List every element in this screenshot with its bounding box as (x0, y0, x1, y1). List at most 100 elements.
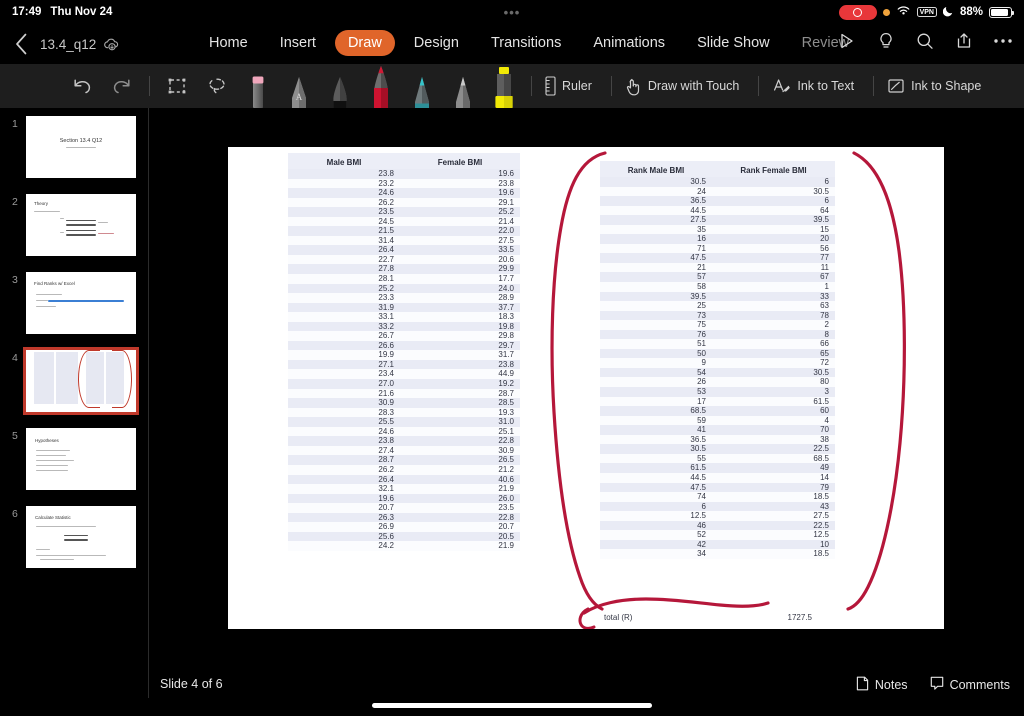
table-header-row: Male BMI Female BMI (288, 153, 520, 169)
document-title-group[interactable]: 13.4_q12 (40, 37, 119, 52)
ruler-button[interactable]: Ruler (539, 64, 604, 108)
table-row: 27.5 39.5 (600, 215, 835, 225)
column-header: Rank Male BMI (627, 166, 685, 175)
table-row: 27.4 30.9 (288, 445, 520, 456)
thumbnail-canvas[interactable]: Calculate Statistic (26, 506, 136, 568)
eraser-tool[interactable] (237, 64, 278, 108)
thumbnail-canvas[interactable]: Find Ranks w/ Excel (26, 272, 136, 334)
tab-insert[interactable]: Insert (267, 30, 329, 56)
table-cell: 56 (820, 243, 829, 253)
comments-button[interactable]: Comments (930, 676, 1010, 694)
pencil-gray-tool[interactable] (442, 64, 483, 108)
ink-to-text-button[interactable]: Ink to Text (766, 64, 866, 108)
table-cell: 25.6 (378, 531, 394, 541)
screen-recording-indicator[interactable] (838, 4, 877, 20)
ruler-icon (545, 76, 556, 96)
table-cell: 29.9 (498, 264, 514, 274)
tab-draw[interactable]: Draw (334, 30, 395, 56)
thumbnail-number: 1 (12, 118, 18, 130)
redo-icon[interactable] (102, 64, 142, 108)
slide-canvas-area[interactable]: Male BMI Female BMI 23.8 19.6 23.2 23.8 24.6 19… (148, 108, 1024, 668)
thumbnail-canvas[interactable]: Hypotheses (26, 428, 136, 490)
table-cell: 23.4 (378, 369, 394, 379)
pen-black-tool[interactable] (319, 64, 360, 108)
draw-with-touch-button[interactable]: Draw with Touch (619, 64, 751, 108)
table-cell: 25.2 (498, 207, 514, 217)
tab-design[interactable]: Design (401, 30, 472, 56)
table-cell: 72 (820, 358, 829, 368)
lightbulb-icon[interactable] (875, 30, 897, 52)
table-cell: 6 (701, 501, 706, 511)
table-row: 23.2 23.8 (288, 178, 520, 189)
thumbnail-number: 4 (12, 352, 18, 364)
notes-button[interactable]: Notes (856, 676, 908, 694)
home-indicator[interactable] (372, 703, 652, 708)
table-cell: 27.5 (813, 511, 829, 521)
comments-label: Comments (949, 678, 1010, 692)
thumbnail-canvas[interactable]: Section 13.4 Q12 (26, 116, 136, 178)
play-icon[interactable] (836, 30, 858, 52)
undo-icon[interactable] (62, 64, 102, 108)
table-row: 34 18.5 (600, 549, 835, 559)
lasso-select-icon[interactable] (197, 64, 237, 108)
rectangle-select-icon[interactable] (157, 64, 197, 108)
do-not-disturb-moon-icon (942, 5, 954, 20)
table-cell: 58 (697, 282, 706, 292)
table-cell: 55 (697, 453, 706, 463)
tab-home[interactable]: Home (196, 30, 261, 56)
table-row: 31.9 37.7 (288, 302, 520, 313)
back-button[interactable] (6, 29, 36, 59)
table-row: 74 18.5 (600, 492, 835, 502)
table-row: 23.4 44.9 (288, 369, 520, 380)
table-cell: 34 (697, 549, 706, 559)
thumbnail-canvas[interactable] (23, 347, 139, 415)
thumbnail-canvas[interactable]: Theory (26, 194, 136, 256)
slide-thumbnail-panel[interactable]: 1 Section 13.4 Q12 2 Theory 3 Find Ranks… (0, 108, 148, 668)
table-cell: 29.1 (498, 197, 514, 207)
table-row: 28.3 19.3 (288, 407, 520, 418)
powerpoint-ipad-window: 17:49 Thu Nov 24 ••• VPN 88% 13.4_q12 Ho… (0, 0, 1024, 716)
slide-thumbnail-1[interactable]: 1 Section 13.4 Q12 (0, 112, 148, 190)
active-slide[interactable]: Male BMI Female BMI 23.8 19.6 23.2 23.8 24.6 19… (228, 147, 944, 629)
slide-thumbnail-4[interactable]: 4 (0, 346, 148, 424)
draw-with-touch-label: Draw with Touch (647, 79, 740, 93)
ios-status-bar: 17:49 Thu Nov 24 ••• VPN 88% (0, 0, 1024, 24)
table-row: 28.1 17.7 (288, 274, 520, 284)
search-icon[interactable] (914, 30, 936, 52)
table-cell: 77 (820, 253, 829, 263)
table-cell: 25.5 (378, 417, 394, 427)
slide-thumbnail-6[interactable]: 6 Calculate Statistic (0, 502, 148, 580)
ink-to-shape-button[interactable]: Ink to Shape (881, 64, 993, 108)
more-ellipsis-icon[interactable] (992, 30, 1014, 52)
pen-red-tool[interactable] (360, 64, 401, 108)
table-cell: 12.5 (690, 511, 706, 521)
pencil-teal-tool[interactable] (401, 64, 442, 108)
table-cell: 20 (820, 234, 829, 244)
table-cell: 20.7 (498, 522, 514, 532)
table-cell: 37.7 (498, 302, 514, 312)
cloud-upload-icon[interactable] (103, 37, 119, 51)
table-row: 33.2 19.8 (288, 321, 520, 332)
table-cell: 33.1 (378, 312, 394, 322)
table-row: 36.5 38 (600, 434, 835, 445)
table-cell: 76 (697, 329, 706, 339)
table-cell: 31.7 (498, 350, 514, 360)
slide-thumbnail-3[interactable]: 3 Find Ranks w/ Excel (0, 268, 148, 346)
table-cell: 21 (697, 262, 706, 272)
ribbon-right-actions (836, 30, 1014, 52)
highlighter-yellow-tool[interactable] (483, 64, 524, 108)
share-icon[interactable] (953, 30, 975, 52)
table-cell: 26.0 (498, 493, 514, 503)
tab-transitions[interactable]: Transitions (478, 30, 574, 56)
table-cell: 23.2 (378, 178, 394, 188)
slide-thumbnail-5[interactable]: 5 Hypotheses (0, 424, 148, 502)
slide-thumbnail-2[interactable]: 2 Theory (0, 190, 148, 268)
table-cell: 27.5 (690, 215, 706, 225)
table-cell: 18.5 (813, 549, 829, 559)
table-row: 23.5 25.2 (288, 207, 520, 217)
pen-a-tool[interactable]: A (278, 64, 319, 108)
table-row: 50 65 (600, 348, 835, 359)
tab-slide-show[interactable]: Slide Show (684, 30, 783, 56)
table-row: 28.7 26.5 (288, 455, 520, 465)
tab-animations[interactable]: Animations (580, 30, 678, 56)
